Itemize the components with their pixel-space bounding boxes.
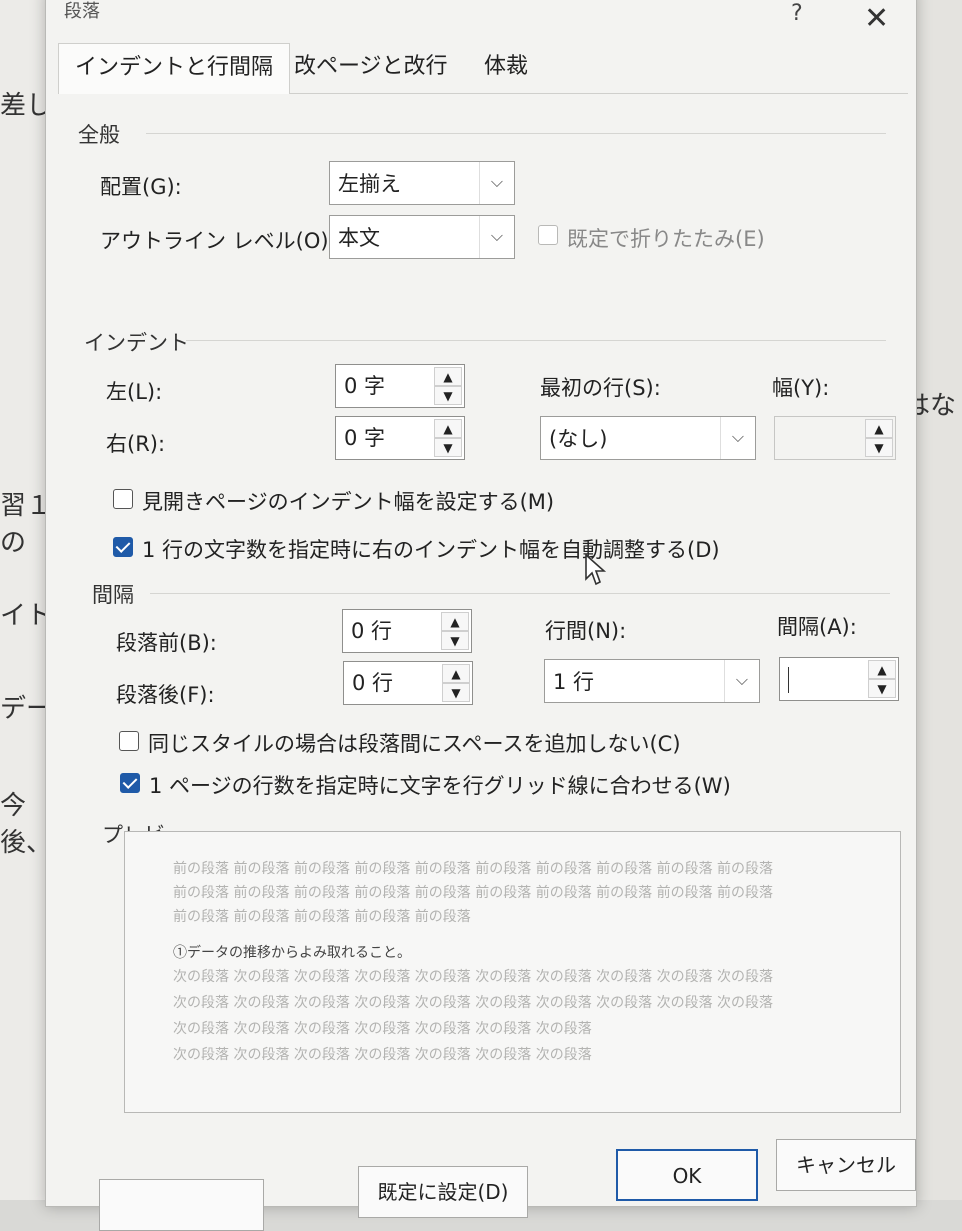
space-after-spinner[interactable]: 0 行 ▲ ▼ xyxy=(343,661,473,705)
spin-up-icon[interactable]: ▲ xyxy=(434,419,462,438)
indent-width-spinner[interactable]: ▲ ▼ xyxy=(774,416,896,460)
tab-page-break[interactable]: 改ページと改行 xyxy=(278,43,464,91)
paragraph-dialog: 段落 ? ✕ インデントと行間隔 改ページと改行 体裁 全般 配置(G): 左揃… xyxy=(45,0,917,1231)
preview-current-paragraph: ①データの推移からよみ取れること。 xyxy=(173,945,411,961)
space-after-label: 段落後(F): xyxy=(116,683,215,707)
spin-up-icon[interactable]: ▲ xyxy=(442,664,470,683)
spin-down-icon[interactable]: ▼ xyxy=(434,438,462,457)
space-before-label: 段落前(B): xyxy=(116,631,217,655)
spin-down-icon[interactable]: ▼ xyxy=(441,631,469,650)
chevron-down-icon: ⌵ xyxy=(479,216,514,258)
line-spacing-value: 1 行 xyxy=(553,670,595,694)
auto-adjust-indent-checkbox[interactable] xyxy=(113,537,133,557)
spin-down-icon[interactable]: ▼ xyxy=(868,679,896,698)
tab-bar: インデントと行間隔 改ページと改行 体裁 xyxy=(58,43,908,94)
tabs-button[interactable] xyxy=(99,1179,264,1231)
spin-up-icon[interactable]: ▲ xyxy=(868,660,896,679)
preview-prev-line: 前の段落 前の段落 前の段落 前の段落 前の段落 前の段落 前の段落 前の段落 … xyxy=(173,861,774,877)
outline-level-select[interactable]: 本文 ⌵ xyxy=(329,215,515,259)
first-line-select[interactable]: (なし) ⌵ xyxy=(540,416,756,460)
dialog-title: 段落 xyxy=(64,1,100,22)
indent-left-value: 0 字 xyxy=(344,374,386,398)
mouse-cursor-icon xyxy=(585,553,607,586)
space-after-value: 0 行 xyxy=(352,671,394,695)
preview-next-line: 次の段落 次の段落 次の段落 次の段落 次の段落 次の段落 次の段落 次の段落 … xyxy=(173,995,774,1011)
snap-to-grid-label: 1 ページの行数を指定時に文字を行グリッド線に合わせる(W) xyxy=(149,774,731,798)
mirror-indents-checkbox[interactable] xyxy=(113,489,133,509)
alignment-value: 左揃え xyxy=(338,172,401,196)
section-title-general: 全般 xyxy=(78,123,120,147)
section-title-spacing: 間隔 xyxy=(92,583,134,607)
indent-left-label: 左(L): xyxy=(106,380,163,404)
outline-level-label: アウトライン レベル(O): xyxy=(100,229,336,253)
indent-right-spinner[interactable]: 0 字 ▲ ▼ xyxy=(335,416,465,460)
no-space-same-style-checkbox[interactable] xyxy=(119,731,139,751)
mirror-indents-label: 見開きページのインデント幅を設定する(M) xyxy=(142,490,555,514)
cancel-button[interactable]: キャンセル xyxy=(776,1139,916,1191)
help-button[interactable]: ? xyxy=(791,1,803,26)
chevron-down-icon: ⌵ xyxy=(479,162,514,204)
chevron-down-icon: ⌵ xyxy=(720,417,755,459)
line-spacing-select[interactable]: 1 行 ⌵ xyxy=(544,659,760,703)
ok-button[interactable]: OK xyxy=(616,1149,758,1201)
tab-indent-spacing[interactable]: インデントと行間隔 xyxy=(58,43,291,94)
space-before-value: 0 行 xyxy=(351,619,393,643)
tab-typography[interactable]: 体裁 xyxy=(468,43,544,91)
divider xyxy=(186,340,886,341)
spin-up-icon[interactable]: ▲ xyxy=(865,419,893,438)
first-line-label: 最初の行(S): xyxy=(540,376,661,400)
chevron-down-icon: ⌵ xyxy=(724,660,759,702)
alignment-select[interactable]: 左揃え ⌵ xyxy=(329,161,515,205)
spin-up-icon[interactable]: ▲ xyxy=(441,612,469,631)
spacing-at-spinner[interactable]: ▲ ▼ xyxy=(779,657,899,701)
divider xyxy=(146,133,886,134)
auto-adjust-indent-label: 1 行の文字数を指定時に右のインデント幅を自動調整する(D) xyxy=(142,538,720,562)
preview-next-line: 次の段落 次の段落 次の段落 次の段落 次の段落 次の段落 次の段落 次の段落 … xyxy=(173,969,774,985)
first-line-value: (なし) xyxy=(549,427,608,451)
text-caret xyxy=(788,667,789,693)
space-before-spinner[interactable]: 0 行 ▲ ▼ xyxy=(342,609,472,653)
spin-down-icon[interactable]: ▼ xyxy=(442,683,470,702)
spin-up-icon[interactable]: ▲ xyxy=(434,367,462,386)
collapse-by-default-checkbox[interactable] xyxy=(538,225,558,245)
divider xyxy=(150,593,890,594)
indent-right-value: 0 字 xyxy=(344,426,386,450)
spacing-at-label: 間隔(A): xyxy=(777,615,857,639)
indent-right-label: 右(R): xyxy=(106,432,166,456)
no-space-same-style-label: 同じスタイルの場合は段落間にスペースを追加しない(C) xyxy=(148,732,681,756)
set-default-button[interactable]: 既定に設定(D) xyxy=(358,1166,528,1218)
alignment-label: 配置(G): xyxy=(100,175,182,199)
close-button[interactable]: ✕ xyxy=(864,1,889,36)
snap-to-grid-checkbox[interactable] xyxy=(120,773,140,793)
indent-width-label: 幅(Y): xyxy=(772,376,830,400)
spin-down-icon[interactable]: ▼ xyxy=(434,386,462,405)
paragraph-preview: 前の段落 前の段落 前の段落 前の段落 前の段落 前の段落 前の段落 前の段落 … xyxy=(124,831,901,1113)
preview-prev-line: 前の段落 前の段落 前の段落 前の段落 前の段落 前の段落 前の段落 前の段落 … xyxy=(173,885,774,901)
spin-down-icon[interactable]: ▼ xyxy=(865,438,893,457)
section-title-indent: インデント xyxy=(84,331,189,355)
preview-prev-line: 前の段落 前の段落 前の段落 前の段落 前の段落 xyxy=(173,909,471,925)
preview-next-line: 次の段落 次の段落 次の段落 次の段落 次の段落 次の段落 次の段落 xyxy=(173,1047,592,1063)
line-spacing-label: 行間(N): xyxy=(545,619,627,643)
collapse-by-default-label: 既定で折りたたみ(E) xyxy=(567,227,765,251)
indent-left-spinner[interactable]: 0 字 ▲ ▼ xyxy=(335,364,465,408)
outline-level-value: 本文 xyxy=(338,226,380,250)
preview-next-line: 次の段落 次の段落 次の段落 次の段落 次の段落 次の段落 次の段落 xyxy=(173,1021,592,1037)
